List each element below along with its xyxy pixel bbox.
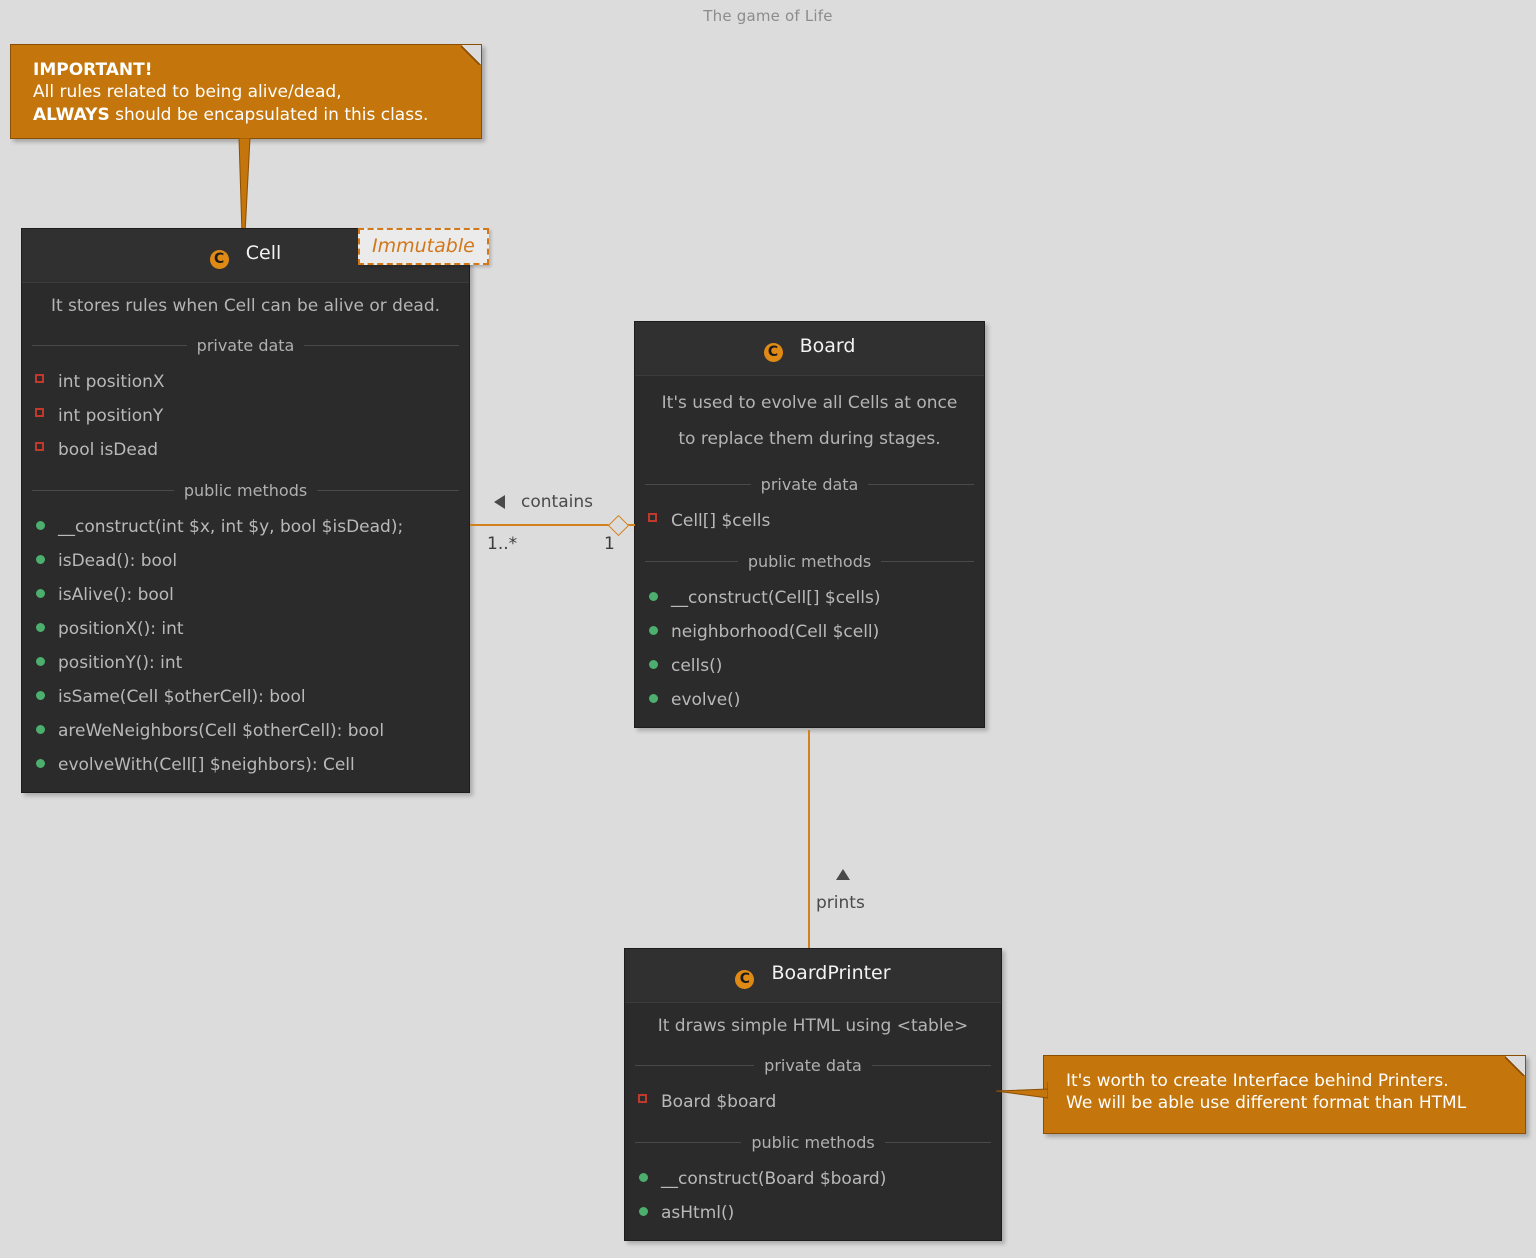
list-item: int positionX	[22, 365, 469, 399]
public-marker-icon	[36, 622, 45, 632]
private-data-list: int positionX int positionY bool isDead	[22, 361, 469, 477]
private-data-list: Board $board	[625, 1081, 1001, 1129]
public-marker-icon	[649, 626, 658, 636]
public-marker-icon	[649, 592, 658, 602]
class-description: It draws simple HTML using <table>	[657, 1016, 969, 1036]
aggregation-diamond-icon	[607, 514, 630, 537]
note-line-1: It's worth to create Interface behind Pr…	[1066, 1071, 1449, 1091]
private-marker-icon	[35, 407, 44, 417]
list-item: isDead(): bool	[22, 544, 469, 578]
class-description-line-2: to replace them during stages.	[678, 428, 941, 449]
note-line-3: ALWAYS should be encapsulated in this cl…	[33, 104, 429, 125]
uml-diagram-canvas: The game of Life IMPORTANT! All rules re…	[0, 0, 1536, 1258]
private-marker-icon	[648, 513, 657, 523]
private-data-list: Cell[] $cells	[635, 500, 984, 548]
section-label-public-methods: public methods	[22, 481, 469, 500]
class-header-board: C Board	[635, 322, 984, 376]
private-marker-icon	[638, 1093, 647, 1103]
multiplicity-source: 1..*	[487, 534, 518, 554]
section-label-private-data: private data	[635, 475, 984, 494]
list-item: positionY(): int	[22, 646, 469, 680]
public-marker-icon	[36, 554, 45, 564]
public-methods-list: __construct(Board $board) asHtml()	[625, 1158, 1001, 1240]
note-tail-printer	[996, 1082, 1048, 1099]
class-box-board-printer[interactable]: C BoardPrinter It draws simple HTML usin…	[624, 948, 1002, 1241]
note-fold-icon	[461, 45, 481, 65]
note-line-2: All rules related to being alive/dead,	[33, 82, 342, 103]
class-description: It's used to evolve all Cells at once to…	[635, 376, 984, 471]
note-important: IMPORTANT! All rules related to being al…	[10, 44, 482, 139]
list-item: __construct(Cell[] $cells)	[635, 581, 984, 615]
list-item: Board $board	[625, 1085, 1001, 1119]
list-item: neighborhood(Cell $cell)	[635, 615, 984, 649]
public-marker-icon	[36, 724, 45, 734]
association-label-contains: contains	[521, 492, 593, 512]
list-item: Cell[] $cells	[635, 504, 984, 538]
section-label-public-methods: public methods	[625, 1133, 1001, 1152]
multiplicity-target: 1	[604, 534, 615, 554]
class-box-cell[interactable]: C Cell It stores rules when Cell can be …	[21, 228, 470, 793]
public-marker-icon	[36, 690, 45, 700]
public-marker-icon	[36, 758, 45, 768]
list-item: int positionY	[22, 399, 469, 433]
class-title: BoardPrinter	[771, 962, 891, 984]
section-label-private-data: private data	[22, 336, 469, 355]
list-item: isSame(Cell $otherCell): bool	[22, 680, 469, 714]
private-marker-icon	[35, 441, 44, 451]
stereotype-badge-immutable: Immutable	[358, 228, 489, 265]
list-item: asHtml()	[625, 1196, 1001, 1230]
class-description-line-1: It's used to evolve all Cells at once	[661, 393, 958, 413]
note-fold-icon	[1505, 1056, 1525, 1076]
list-item: evolve()	[635, 683, 984, 717]
section-label-private-data: private data	[625, 1056, 1001, 1075]
class-description: It stores rules when Cell can be alive o…	[50, 296, 441, 316]
class-title: Cell	[245, 242, 282, 264]
public-marker-icon	[36, 520, 45, 530]
note-line-1: IMPORTANT!	[33, 60, 153, 80]
list-item: cells()	[635, 649, 984, 683]
note-printer-interface: It's worth to create Interface behind Pr…	[1043, 1055, 1526, 1134]
triangle-up-icon	[836, 869, 850, 880]
list-item: isAlive(): bool	[22, 578, 469, 612]
note-tail-cell	[238, 138, 251, 234]
public-methods-list: __construct(int $x, int $y, bool $isDead…	[22, 506, 469, 792]
class-icon: C	[209, 250, 229, 269]
association-label-prints: prints	[816, 893, 865, 913]
class-box-board[interactable]: C Board It's used to evolve all Cells at…	[634, 321, 985, 729]
public-marker-icon	[36, 656, 45, 666]
list-item: __construct(int $x, int $y, bool $isDead…	[22, 510, 469, 544]
list-item: positionX(): int	[22, 612, 469, 646]
public-marker-icon	[36, 588, 45, 598]
list-item: __construct(Board $board)	[625, 1162, 1001, 1196]
public-methods-list: __construct(Cell[] $cells) neighborhood(…	[635, 577, 984, 727]
public-marker-icon	[639, 1206, 648, 1216]
list-item: areWeNeighbors(Cell $otherCell): bool	[22, 714, 469, 748]
association-line-prints	[808, 730, 810, 950]
class-title: Board	[799, 335, 856, 357]
section-label-public-methods: public methods	[635, 552, 984, 571]
list-item: evolveWith(Cell[] $neighbors): Cell	[22, 748, 469, 782]
triangle-left-icon	[494, 495, 505, 509]
public-marker-icon	[649, 660, 658, 670]
class-icon: C	[763, 343, 783, 362]
class-header-board-printer: C BoardPrinter	[625, 949, 1001, 1003]
private-marker-icon	[35, 373, 44, 383]
public-marker-icon	[649, 694, 658, 704]
class-icon: C	[735, 970, 755, 989]
list-item: bool isDead	[22, 433, 469, 467]
note-line-2: We will be able use different format tha…	[1066, 1093, 1467, 1114]
public-marker-icon	[639, 1172, 648, 1182]
page-title: The game of Life	[703, 7, 833, 25]
